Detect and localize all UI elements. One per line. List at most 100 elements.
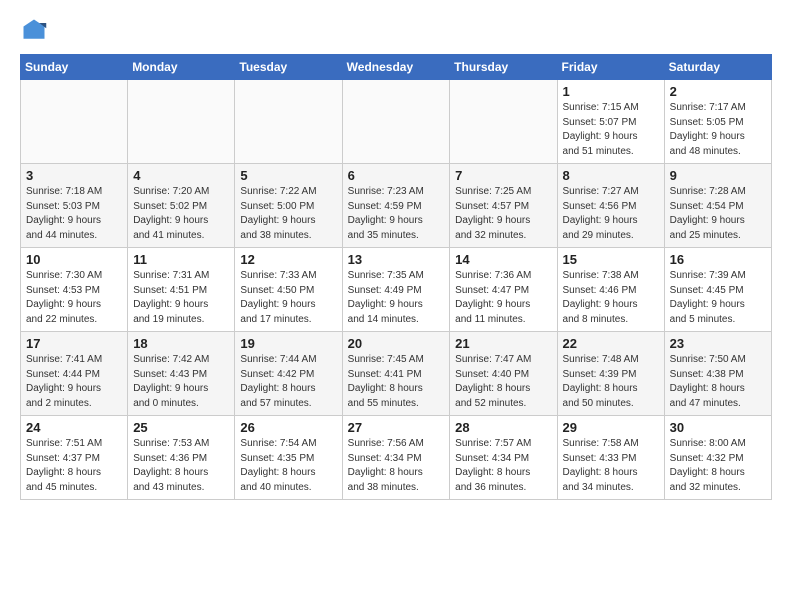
day-number: 15 <box>563 252 659 267</box>
day-info: Sunrise: 7:56 AM Sunset: 4:34 PM Dayligh… <box>348 437 445 495</box>
day-info: Sunrise: 7:44 AM Sunset: 4:42 PM Dayligh… <box>240 353 336 411</box>
day-number: 27 <box>348 420 445 435</box>
calendar-week-row: 10 Sunrise: 7:30 AM Sunset: 4:53 PM Dayli… <box>21 248 772 332</box>
day-number: 25 <box>133 420 229 435</box>
day-number: 2 <box>670 84 766 99</box>
header-thursday: Thursday <box>450 55 557 80</box>
table-row <box>235 80 342 164</box>
day-info: Sunrise: 7:38 AM Sunset: 4:46 PM Dayligh… <box>563 269 659 327</box>
day-number: 30 <box>670 420 766 435</box>
table-row: 16 Sunrise: 7:39 AM Sunset: 4:45 PM Dayli… <box>664 248 771 332</box>
day-info: Sunrise: 7:20 AM Sunset: 5:02 PM Dayligh… <box>133 185 229 243</box>
header <box>20 16 772 44</box>
table-row: 10 Sunrise: 7:30 AM Sunset: 4:53 PM Dayli… <box>21 248 128 332</box>
day-info: Sunrise: 7:25 AM Sunset: 4:57 PM Dayligh… <box>455 185 551 243</box>
day-number: 17 <box>26 336 122 351</box>
table-row: 29Sunrise: 7:58 AM Sunset: 4:33 PM Dayli… <box>557 416 664 500</box>
table-row: 8 Sunrise: 7:27 AM Sunset: 4:56 PM Daylig… <box>557 164 664 248</box>
table-row: 3Sunrise: 7:18 AM Sunset: 5:03 PM Daylig… <box>21 164 128 248</box>
table-row: 11Sunrise: 7:31 AM Sunset: 4:51 PM Dayli… <box>128 248 235 332</box>
calendar-week-row: 24 Sunrise: 7:51 AM Sunset: 4:37 PM Dayli… <box>21 416 772 500</box>
table-row: 24 Sunrise: 7:51 AM Sunset: 4:37 PM Dayli… <box>21 416 128 500</box>
header-wednesday: Wednesday <box>342 55 450 80</box>
day-info: Sunrise: 7:47 AM Sunset: 4:40 PM Dayligh… <box>455 353 551 411</box>
day-info: Sunrise: 7:54 AM Sunset: 4:35 PM Dayligh… <box>240 437 336 495</box>
day-info: Sunrise: 7:36 AM Sunset: 4:47 PM Dayligh… <box>455 269 551 327</box>
header-friday: Friday <box>557 55 664 80</box>
day-number: 16 <box>670 252 766 267</box>
day-info: Sunrise: 7:53 AM Sunset: 4:36 PM Dayligh… <box>133 437 229 495</box>
day-number: 22 <box>563 336 659 351</box>
table-row: 25 Sunrise: 7:53 AM Sunset: 4:36 PM Dayli… <box>128 416 235 500</box>
day-info: Sunrise: 7:15 AM Sunset: 5:07 PM Dayligh… <box>563 101 659 159</box>
day-number: 13 <box>348 252 445 267</box>
day-info: Sunrise: 7:42 AM Sunset: 4:43 PM Dayligh… <box>133 353 229 411</box>
day-number: 23 <box>670 336 766 351</box>
table-row: 4Sunrise: 7:20 AM Sunset: 5:02 PM Daylig… <box>128 164 235 248</box>
table-row: 15 Sunrise: 7:38 AM Sunset: 4:46 PM Dayli… <box>557 248 664 332</box>
table-row: 13 Sunrise: 7:35 AM Sunset: 4:49 PM Dayli… <box>342 248 450 332</box>
table-row: 23Sunrise: 7:50 AM Sunset: 4:38 PM Dayli… <box>664 332 771 416</box>
day-number: 29 <box>563 420 659 435</box>
day-number: 1 <box>563 84 659 99</box>
table-row <box>342 80 450 164</box>
table-row: 22 Sunrise: 7:48 AM Sunset: 4:39 PM Dayli… <box>557 332 664 416</box>
day-info: Sunrise: 7:22 AM Sunset: 5:00 PM Dayligh… <box>240 185 336 243</box>
day-number: 21 <box>455 336 551 351</box>
table-row: 21 Sunrise: 7:47 AM Sunset: 4:40 PM Dayli… <box>450 332 557 416</box>
table-row: 1 Sunrise: 7:15 AM Sunset: 5:07 PM Daylig… <box>557 80 664 164</box>
header-monday: Monday <box>128 55 235 80</box>
table-row: 14Sunrise: 7:36 AM Sunset: 4:47 PM Dayli… <box>450 248 557 332</box>
day-number: 20 <box>348 336 445 351</box>
calendar-table: Sunday Monday Tuesday Wednesday Thursday… <box>20 54 772 500</box>
day-info: Sunrise: 7:23 AM Sunset: 4:59 PM Dayligh… <box>348 185 445 243</box>
day-number: 28 <box>455 420 551 435</box>
table-row: 9 Sunrise: 7:28 AM Sunset: 4:54 PM Daylig… <box>664 164 771 248</box>
logo-icon <box>20 16 48 44</box>
page: Sunday Monday Tuesday Wednesday Thursday… <box>0 0 792 510</box>
table-row: 30 Sunrise: 8:00 AM Sunset: 4:32 PM Dayli… <box>664 416 771 500</box>
header-sunday: Sunday <box>21 55 128 80</box>
table-row: 28 Sunrise: 7:57 AM Sunset: 4:34 PM Dayli… <box>450 416 557 500</box>
calendar-week-row: 17 Sunrise: 7:41 AM Sunset: 4:44 PM Dayli… <box>21 332 772 416</box>
day-info: Sunrise: 7:57 AM Sunset: 4:34 PM Dayligh… <box>455 437 551 495</box>
day-info: Sunrise: 7:48 AM Sunset: 4:39 PM Dayligh… <box>563 353 659 411</box>
table-row <box>21 80 128 164</box>
day-number: 12 <box>240 252 336 267</box>
table-row: 20 Sunrise: 7:45 AM Sunset: 4:41 PM Dayli… <box>342 332 450 416</box>
day-number: 24 <box>26 420 122 435</box>
day-info: Sunrise: 7:41 AM Sunset: 4:44 PM Dayligh… <box>26 353 122 411</box>
table-row: 18Sunrise: 7:42 AM Sunset: 4:43 PM Dayli… <box>128 332 235 416</box>
day-info: Sunrise: 7:30 AM Sunset: 4:53 PM Dayligh… <box>26 269 122 327</box>
table-row: 19 Sunrise: 7:44 AM Sunset: 4:42 PM Dayli… <box>235 332 342 416</box>
table-row: 26 Sunrise: 7:54 AM Sunset: 4:35 PM Dayli… <box>235 416 342 500</box>
table-row: 27 Sunrise: 7:56 AM Sunset: 4:34 PM Dayli… <box>342 416 450 500</box>
table-row: 2 Sunrise: 7:17 AM Sunset: 5:05 PM Daylig… <box>664 80 771 164</box>
day-info: Sunrise: 7:18 AM Sunset: 5:03 PM Dayligh… <box>26 185 122 243</box>
table-row: 12 Sunrise: 7:33 AM Sunset: 4:50 PM Dayli… <box>235 248 342 332</box>
logo <box>20 16 52 44</box>
day-info: Sunrise: 7:27 AM Sunset: 4:56 PM Dayligh… <box>563 185 659 243</box>
header-saturday: Saturday <box>664 55 771 80</box>
day-number: 9 <box>670 168 766 183</box>
day-number: 5 <box>240 168 336 183</box>
calendar-header-row: Sunday Monday Tuesday Wednesday Thursday… <box>21 55 772 80</box>
day-info: Sunrise: 7:39 AM Sunset: 4:45 PM Dayligh… <box>670 269 766 327</box>
day-info: Sunrise: 7:51 AM Sunset: 4:37 PM Dayligh… <box>26 437 122 495</box>
day-info: Sunrise: 7:17 AM Sunset: 5:05 PM Dayligh… <box>670 101 766 159</box>
day-info: Sunrise: 8:00 AM Sunset: 4:32 PM Dayligh… <box>670 437 766 495</box>
day-info: Sunrise: 7:28 AM Sunset: 4:54 PM Dayligh… <box>670 185 766 243</box>
table-row: 7 Sunrise: 7:25 AM Sunset: 4:57 PM Daylig… <box>450 164 557 248</box>
day-number: 6 <box>348 168 445 183</box>
day-number: 10 <box>26 252 122 267</box>
table-row <box>450 80 557 164</box>
day-number: 26 <box>240 420 336 435</box>
day-number: 7 <box>455 168 551 183</box>
day-info: Sunrise: 7:33 AM Sunset: 4:50 PM Dayligh… <box>240 269 336 327</box>
day-info: Sunrise: 7:31 AM Sunset: 4:51 PM Dayligh… <box>133 269 229 327</box>
day-info: Sunrise: 7:35 AM Sunset: 4:49 PM Dayligh… <box>348 269 445 327</box>
day-number: 8 <box>563 168 659 183</box>
table-row: 5 Sunrise: 7:22 AM Sunset: 5:00 PM Daylig… <box>235 164 342 248</box>
day-number: 19 <box>240 336 336 351</box>
day-info: Sunrise: 7:45 AM Sunset: 4:41 PM Dayligh… <box>348 353 445 411</box>
